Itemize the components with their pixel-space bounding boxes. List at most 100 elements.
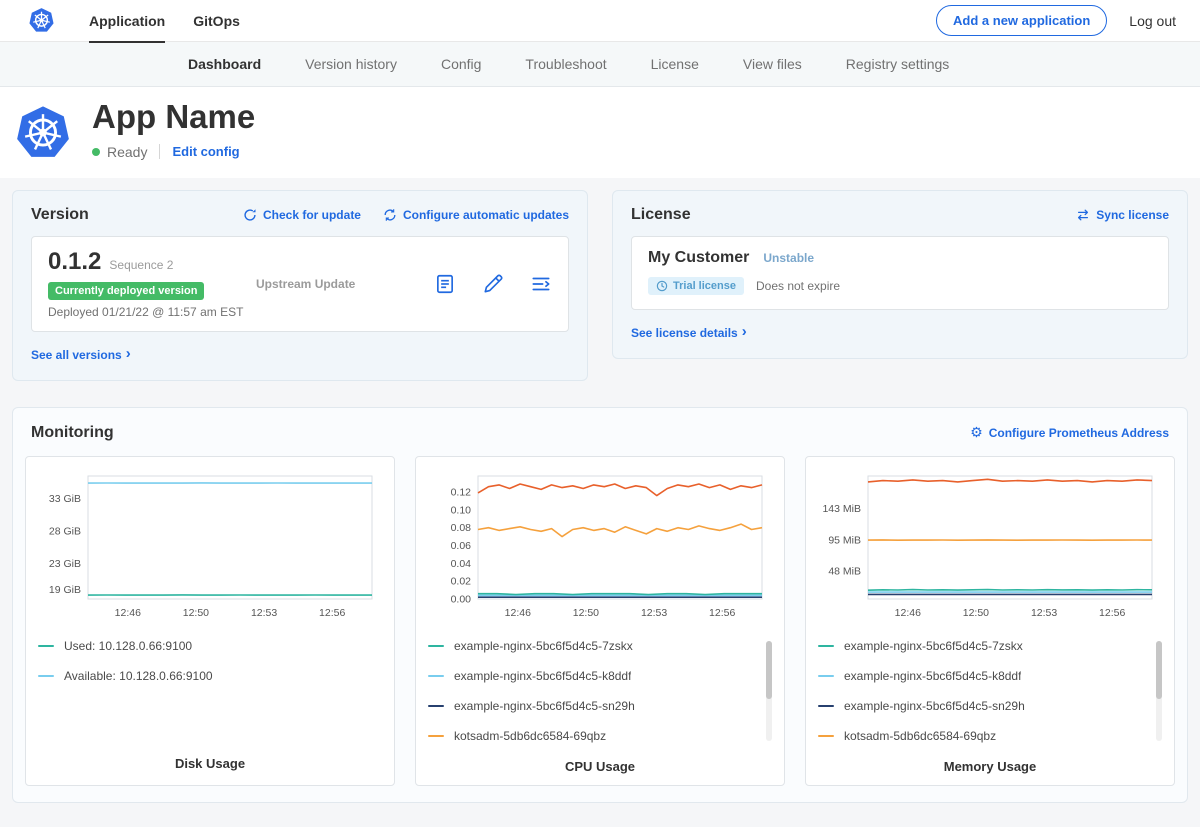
svg-text:12:50: 12:50 bbox=[963, 607, 989, 619]
chart-title: CPU Usage bbox=[428, 759, 772, 774]
deployed-version-badge: Currently deployed version bbox=[48, 282, 204, 300]
cpu-usage-legend: example-nginx-5bc6f5d4c5-7zskx example-ng… bbox=[428, 639, 772, 759]
svg-text:12:50: 12:50 bbox=[573, 607, 599, 619]
version-number: 0.1.2 bbox=[48, 248, 101, 276]
tab-gitops-label: GitOps bbox=[193, 13, 240, 29]
version-heading: Version bbox=[31, 206, 89, 224]
legend-item: example-nginx-5bc6f5d4c5-sn29h bbox=[428, 699, 758, 713]
tab-version-history-label: Version history bbox=[305, 56, 397, 72]
svg-text:12:50: 12:50 bbox=[183, 607, 209, 619]
legend-item: example-nginx-5bc6f5d4c5-sn29h bbox=[818, 699, 1148, 713]
app-header: App Name Ready Edit config bbox=[0, 87, 1200, 178]
cpu-usage-panel: 0.120.100.080.060.040.020.0012:4612:5012… bbox=[415, 456, 785, 786]
svg-text:143 MiB: 143 MiB bbox=[822, 503, 861, 515]
monitoring-card: Monitoring ⚙ Configure Prometheus Addres… bbox=[12, 407, 1188, 803]
disk-usage-legend: Used: 10.128.0.66:9100Available: 10.128.… bbox=[38, 639, 382, 699]
sync-license-label: Sync license bbox=[1096, 208, 1169, 222]
license-card: License Sync license My Customer Unstabl… bbox=[612, 190, 1188, 359]
legend-swatch-icon bbox=[428, 645, 444, 647]
svg-text:0.10: 0.10 bbox=[451, 504, 472, 516]
legend-item: Available: 10.128.0.66:9100 bbox=[38, 669, 368, 683]
legend-swatch-icon bbox=[38, 675, 54, 677]
svg-text:0.12: 0.12 bbox=[451, 486, 472, 498]
svg-text:0.04: 0.04 bbox=[451, 557, 472, 569]
refresh-icon bbox=[243, 208, 257, 222]
legend-label: example-nginx-5bc6f5d4c5-7zskx bbox=[454, 639, 633, 653]
tab-troubleshoot[interactable]: Troubleshoot bbox=[525, 42, 606, 86]
legend-item: example-nginx-5bc6f5d4c5-7zskx bbox=[428, 639, 758, 653]
tab-version-history[interactable]: Version history bbox=[305, 42, 397, 86]
chevron-right-icon: › bbox=[126, 345, 131, 362]
top-navbar: Application GitOps Add a new application… bbox=[0, 0, 1200, 42]
legend-label: example-nginx-5bc6f5d4c5-k8ddf bbox=[844, 669, 1021, 683]
configure-automatic-updates-label: Configure automatic updates bbox=[403, 208, 569, 222]
configure-prometheus-link[interactable]: ⚙ Configure Prometheus Address bbox=[970, 426, 1169, 440]
disk-usage-panel: 33 GiB28 GiB23 GiB19 GiB12:4612:5012:531… bbox=[25, 456, 395, 786]
license-channel: Unstable bbox=[763, 251, 814, 265]
monitoring-heading: Monitoring bbox=[31, 424, 114, 442]
chart-title: Memory Usage bbox=[818, 759, 1162, 774]
svg-text:95 MiB: 95 MiB bbox=[828, 534, 861, 546]
tab-license-label: License bbox=[651, 56, 699, 72]
svg-text:12:46: 12:46 bbox=[505, 607, 531, 619]
configure-automatic-updates-link[interactable]: Configure automatic updates bbox=[383, 208, 569, 222]
license-details-box: My Customer Unstable Trial license Does … bbox=[631, 236, 1169, 310]
legend-label: kotsadm-5db6dc6584-69qbz bbox=[454, 729, 606, 743]
see-license-details-link[interactable]: See license details › bbox=[631, 324, 747, 341]
status-dot-icon bbox=[92, 148, 100, 156]
add-application-button[interactable]: Add a new application bbox=[936, 5, 1107, 36]
license-heading: License bbox=[631, 206, 691, 224]
legend-item: kotsadm-5db6dc6584-69qbz bbox=[818, 729, 1148, 743]
view-diff-icon[interactable] bbox=[530, 273, 552, 295]
legend-item: kotsadm-5db6dc6584-69qbz bbox=[428, 729, 758, 743]
tab-view-files[interactable]: View files bbox=[743, 42, 802, 86]
cpu-usage-chart: 0.120.100.080.060.040.020.0012:4612:5012… bbox=[428, 469, 772, 623]
current-version-box: 0.1.2 Sequence 2 Currently deployed vers… bbox=[31, 236, 569, 332]
clock-icon bbox=[656, 280, 668, 292]
legend-swatch-icon bbox=[818, 705, 834, 707]
legend-scrollbar-thumb[interactable] bbox=[1156, 641, 1162, 699]
tab-application-label: Application bbox=[89, 13, 165, 29]
version-sequence: Sequence 2 bbox=[109, 258, 173, 272]
svg-text:0.02: 0.02 bbox=[451, 575, 472, 587]
tab-registry-settings-label: Registry settings bbox=[846, 56, 949, 72]
memory-usage-panel: 143 MiB95 MiB48 MiB12:4612:5012:5312:56 … bbox=[805, 456, 1175, 786]
tab-license[interactable]: License bbox=[651, 42, 699, 86]
disk-usage-chart: 33 GiB28 GiB23 GiB19 GiB12:4612:5012:531… bbox=[38, 469, 382, 623]
svg-text:12:53: 12:53 bbox=[641, 607, 667, 619]
svg-text:12:56: 12:56 bbox=[319, 607, 345, 619]
svg-text:33 GiB: 33 GiB bbox=[49, 493, 81, 505]
logout-button[interactable]: Log out bbox=[1129, 13, 1176, 29]
svg-text:23 GiB: 23 GiB bbox=[49, 557, 81, 569]
svg-text:12:53: 12:53 bbox=[1031, 607, 1057, 619]
tab-troubleshoot-label: Troubleshoot bbox=[525, 56, 606, 72]
sync-license-link[interactable]: Sync license bbox=[1076, 208, 1169, 222]
legend-scrollbar-thumb[interactable] bbox=[766, 641, 772, 699]
check-for-update-label: Check for update bbox=[263, 208, 361, 222]
legend-swatch-icon bbox=[428, 735, 444, 737]
edit-config-icon[interactable] bbox=[482, 273, 504, 295]
edit-config-link[interactable]: Edit config bbox=[172, 144, 239, 159]
chevron-right-icon: › bbox=[742, 323, 747, 340]
memory-usage-chart: 143 MiB95 MiB48 MiB12:4612:5012:5312:56 bbox=[818, 469, 1162, 623]
legend-scrollbar[interactable] bbox=[766, 641, 772, 741]
gear-icon: ⚙ bbox=[970, 426, 983, 440]
legend-label: kotsadm-5db6dc6584-69qbz bbox=[844, 729, 996, 743]
legend-item: example-nginx-5bc6f5d4c5-k8ddf bbox=[818, 669, 1148, 683]
tab-gitops[interactable]: GitOps bbox=[193, 0, 240, 42]
dashboard-content: Version Check for update Configure autom… bbox=[0, 178, 1200, 827]
svg-text:12:53: 12:53 bbox=[251, 607, 277, 619]
trial-license-label: Trial license bbox=[673, 280, 736, 292]
check-for-update-link[interactable]: Check for update bbox=[243, 208, 361, 222]
app-logo-icon bbox=[14, 104, 72, 162]
legend-scrollbar[interactable] bbox=[1156, 641, 1162, 741]
legend-label: example-nginx-5bc6f5d4c5-sn29h bbox=[454, 699, 635, 713]
see-all-versions-link[interactable]: See all versions › bbox=[31, 346, 131, 363]
tab-config[interactable]: Config bbox=[441, 42, 481, 86]
tab-registry-settings[interactable]: Registry settings bbox=[846, 42, 949, 86]
tab-dashboard[interactable]: Dashboard bbox=[188, 42, 261, 86]
tab-application[interactable]: Application bbox=[89, 0, 165, 42]
release-notes-icon[interactable] bbox=[434, 273, 456, 295]
svg-text:12:56: 12:56 bbox=[1099, 607, 1125, 619]
legend-label: example-nginx-5bc6f5d4c5-7zskx bbox=[844, 639, 1023, 653]
